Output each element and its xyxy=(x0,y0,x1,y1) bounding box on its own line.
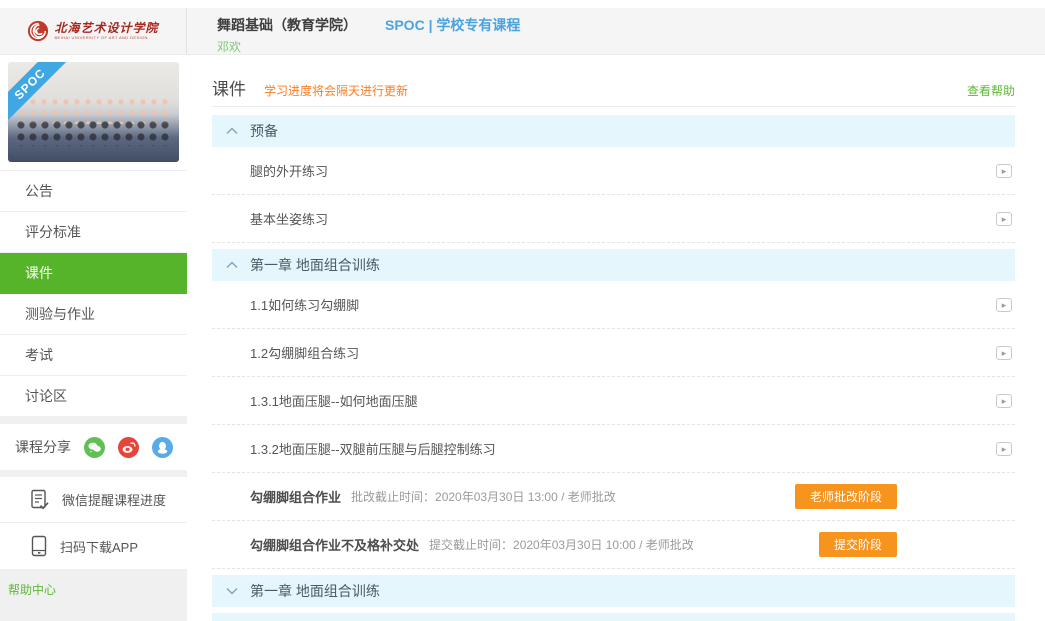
share-label: 课程分享 xyxy=(15,439,71,455)
lesson-row[interactable]: 基本坐姿练习 ▸ xyxy=(212,195,1015,243)
section-header[interactable]: 第一章 地面组合训练 xyxy=(212,575,1015,607)
school-logo[interactable]: 北海艺术设计学院 BEIHAI UNIVERSITY OF ART AND DE… xyxy=(0,8,187,54)
chevron-down-icon xyxy=(226,587,238,595)
sidebar-menu-item[interactable]: 评分标准 xyxy=(0,212,187,253)
course-type-link[interactable]: SPOC | 学校专有课程 xyxy=(385,15,520,35)
lesson-row[interactable]: 1.1如何练习勾绷脚 ▸ xyxy=(212,281,1015,329)
play-icon[interactable]: ▸ xyxy=(996,393,1012,408)
logo-swirl-icon xyxy=(28,20,49,42)
assignment-deadline: 批改截止时间：2020年03月30日 13:00 / 老师批改 xyxy=(351,490,616,504)
chevron-up-icon xyxy=(226,261,238,269)
course-share-card: 课程分享 xyxy=(0,424,187,470)
view-help-link[interactable]: 查看帮助 xyxy=(967,82,1015,99)
sidebar-menu-item[interactable]: 课件 xyxy=(0,253,187,294)
sidebar-menu-label: 考试 xyxy=(25,347,53,363)
section-title: 第一章 地面组合训练 xyxy=(250,583,380,599)
sidebar-menu: 公告 评分标准 课件 测验与作业 考试 讨论区 xyxy=(0,170,187,417)
page-title: 课件 xyxy=(212,80,246,99)
download-app-item[interactable]: 扫码下载APP xyxy=(0,523,187,569)
sidebar-menu-item[interactable]: 考试 xyxy=(0,335,187,376)
lesson-row[interactable]: 腿的外开练习 ▸ xyxy=(212,147,1015,195)
lesson-title: 1.2勾绷脚组合练习 xyxy=(250,346,360,361)
lesson-row[interactable]: 1.3.2地面压腿--双腿前压腿与后腿控制练习 ▸ xyxy=(212,425,1015,473)
lesson-title: 1.3.1地面压腿--如何地面压腿 xyxy=(250,394,418,409)
lesson-row[interactable]: 1.2勾绷脚组合练习 ▸ xyxy=(212,329,1015,377)
play-icon[interactable]: ▸ xyxy=(996,163,1012,178)
wechat-icon[interactable] xyxy=(84,436,105,458)
course-photo-card: SPOC xyxy=(0,55,187,170)
assignment-title: 勾绷脚组合作业不及格补交处 xyxy=(250,538,420,553)
section-title: 第一章 地面组合训练 xyxy=(250,257,380,273)
status-badge: 提交阶段 xyxy=(818,532,897,557)
assignment-title: 勾绷脚组合作业 xyxy=(250,490,342,505)
section-header[interactable]: 第一章 地面组合训练 xyxy=(212,613,1015,621)
lesson-title: 1.3.2地面压腿--双腿前压腿与后腿控制练习 xyxy=(250,442,496,457)
course-title: 舞蹈基础（教育学院） xyxy=(217,17,357,33)
wechat-reminder-item[interactable]: 微信提醒课程进度 xyxy=(0,477,187,523)
sidebar: SPOC 公告 评分标准 课件 测验与作业 考试 讨论区 课程分享 微信提醒课程… xyxy=(0,55,187,621)
assignment-row[interactable]: 勾绷脚组合作业 批改截止时间：2020年03月30日 13:00 / 老师批改 … xyxy=(212,473,1015,521)
weibo-icon[interactable] xyxy=(118,436,139,458)
top-header: 北海艺术设计学院 BEIHAI UNIVERSITY OF ART AND DE… xyxy=(0,8,1045,55)
play-icon[interactable]: ▸ xyxy=(996,211,1012,226)
sidebar-menu-label: 课件 xyxy=(25,265,53,281)
courseware-list: 预备 腿的外开练习 ▸ 基本坐姿练习 ▸ 第一章 地面组合训练 1.1如何练习勾… xyxy=(212,107,1015,621)
sidebar-tools: 微信提醒课程进度 扫码下载APP xyxy=(0,477,187,569)
chevron-up-icon xyxy=(226,127,238,135)
section-header[interactable]: 预备 xyxy=(212,115,1015,147)
lesson-row[interactable]: 1.3.1地面压腿--如何地面压腿 ▸ xyxy=(212,377,1015,425)
phone-icon xyxy=(31,535,47,557)
assignment-deadline: 提交截止时间：2020年03月30日 10:00 / 老师批改 xyxy=(429,538,694,552)
help-center-link[interactable]: 帮助中心 xyxy=(0,581,187,598)
lesson-title: 基本坐姿练习 xyxy=(250,212,329,227)
course-header: 舞蹈基础（教育学院） SPOC | 学校专有课程 邓欢 xyxy=(187,8,1045,54)
checklist-icon xyxy=(31,489,49,509)
sidebar-menu-label: 测验与作业 xyxy=(25,306,95,322)
lesson-title: 1.1如何练习勾绷脚 xyxy=(250,298,360,313)
sidebar-menu-label: 评分标准 xyxy=(25,224,81,240)
section-title: 预备 xyxy=(250,123,278,139)
course-cover-image[interactable]: SPOC xyxy=(8,62,179,162)
sidebar-menu-item[interactable]: 公告 xyxy=(0,171,187,212)
sidebar-menu-item[interactable]: 讨论区 xyxy=(0,376,187,417)
status-badge: 老师批改阶段 xyxy=(794,484,897,509)
sidebar-menu-label: 讨论区 xyxy=(25,388,67,404)
assignment-row[interactable]: 勾绷脚组合作业不及格补交处 提交截止时间：2020年03月30日 10:00 /… xyxy=(212,521,1015,569)
main-content: 课件 学习进度将会隔天进行更新 查看帮助 预备 腿的外开练习 ▸ 基本坐姿练习 … xyxy=(187,55,1045,621)
teacher-name: 邓欢 xyxy=(217,40,242,54)
play-icon[interactable]: ▸ xyxy=(996,345,1012,360)
play-icon[interactable]: ▸ xyxy=(996,297,1012,312)
play-icon[interactable]: ▸ xyxy=(996,441,1012,456)
qq-icon[interactable] xyxy=(152,436,173,458)
courseware-header: 课件 学习进度将会隔天进行更新 查看帮助 xyxy=(212,55,1015,107)
lesson-title: 腿的外开练习 xyxy=(250,164,329,179)
sidebar-menu-item[interactable]: 测验与作业 xyxy=(0,294,187,335)
school-name: 北海艺术设计学院 xyxy=(54,21,159,35)
sidebar-menu-label: 公告 xyxy=(25,183,53,199)
app-window: 北海艺术设计学院 BEIHAI UNIVERSITY OF ART AND DE… xyxy=(0,0,1045,621)
progress-notice: 学习进度将会隔天进行更新 xyxy=(264,84,409,98)
download-app-label: 扫码下载APP xyxy=(60,539,139,555)
spoc-ribbon: SPOC xyxy=(8,62,72,126)
school-name-en: BEIHAI UNIVERSITY OF ART AND DESIGN xyxy=(54,35,148,40)
wechat-reminder-label: 微信提醒课程进度 xyxy=(62,493,167,508)
section-header[interactable]: 第一章 地面组合训练 xyxy=(212,249,1015,281)
